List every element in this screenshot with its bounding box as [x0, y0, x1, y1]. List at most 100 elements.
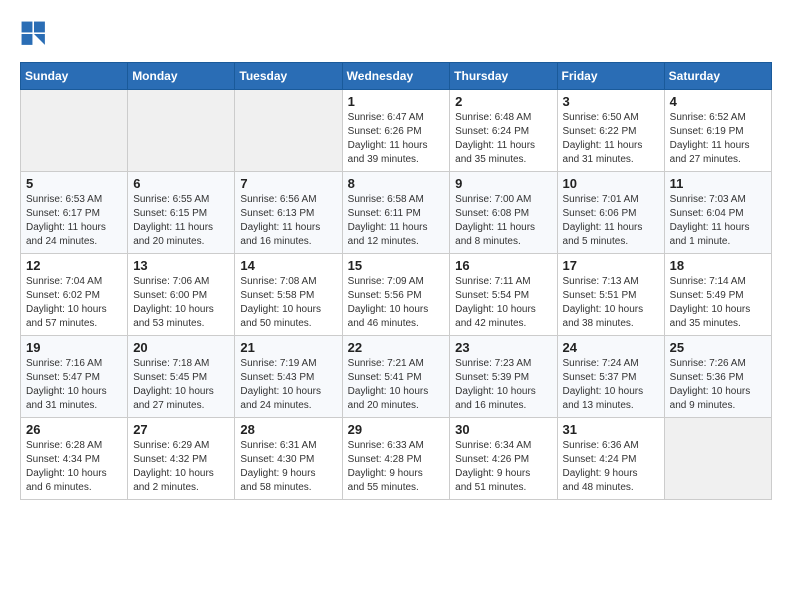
- day-info: Sunrise: 6:48 AM Sunset: 6:24 PM Dayligh…: [455, 111, 551, 167]
- calendar-cell: 9 Sunrise: 7:00 AM Sunset: 6:08 PM Daylig…: [450, 172, 557, 254]
- day-info: Sunrise: 7:21 AM Sunset: 5:41 PM Dayligh…: [348, 357, 445, 413]
- day-number: 18: [670, 258, 766, 273]
- calendar-cell: 11Sunrise: 7:03 AM Sunset: 6:04 PM Dayli…: [664, 172, 771, 254]
- day-info: Sunrise: 7:14 AM Sunset: 5:49 PM Dayligh…: [670, 275, 766, 331]
- day-number: 10: [563, 176, 659, 191]
- page: SundayMondayTuesdayWednesdayThursdayFrid…: [0, 0, 792, 510]
- day-number: 30: [455, 422, 551, 437]
- week-row-3: 12Sunrise: 7:04 AM Sunset: 6:02 PM Dayli…: [21, 254, 772, 336]
- week-row-2: 5 Sunrise: 6:53 AM Sunset: 6:17 PM Daylig…: [21, 172, 772, 254]
- calendar-cell: 12Sunrise: 7:04 AM Sunset: 6:02 PM Dayli…: [21, 254, 128, 336]
- day-info: Sunrise: 6:53 AM Sunset: 6:17 PM Dayligh…: [26, 193, 122, 249]
- day-number: 17: [563, 258, 659, 273]
- day-number: 9: [455, 176, 551, 191]
- day-number: 7: [240, 176, 336, 191]
- day-number: 28: [240, 422, 336, 437]
- header: [20, 20, 772, 48]
- day-info: Sunrise: 6:55 AM Sunset: 6:15 PM Dayligh…: [133, 193, 229, 249]
- calendar-cell: 8 Sunrise: 6:58 AM Sunset: 6:11 PM Daylig…: [342, 172, 450, 254]
- day-number: 24: [563, 340, 659, 355]
- calendar-cell: 23 Sunrise: 7:23 AM Sunset: 5:39 PM Dayli…: [450, 336, 557, 418]
- day-info: Sunrise: 6:50 AM Sunset: 6:22 PM Dayligh…: [563, 111, 659, 167]
- day-number: 1: [348, 94, 445, 109]
- day-number: 19: [26, 340, 122, 355]
- calendar-cell: 14 Sunrise: 7:08 AM Sunset: 5:58 PM Dayli…: [235, 254, 342, 336]
- week-row-4: 19 Sunrise: 7:16 AM Sunset: 5:47 PM Dayli…: [21, 336, 772, 418]
- day-number: 21: [240, 340, 336, 355]
- calendar-cell: 10Sunrise: 7:01 AM Sunset: 6:06 PM Dayli…: [557, 172, 664, 254]
- day-info: Sunrise: 7:08 AM Sunset: 5:58 PM Dayligh…: [240, 275, 336, 331]
- calendar-cell: 7 Sunrise: 6:56 AM Sunset: 6:13 PM Daylig…: [235, 172, 342, 254]
- day-number: 14: [240, 258, 336, 273]
- calendar-cell: 17 Sunrise: 7:13 AM Sunset: 5:51 PM Dayli…: [557, 254, 664, 336]
- calendar-cell: 22 Sunrise: 7:21 AM Sunset: 5:41 PM Dayli…: [342, 336, 450, 418]
- day-info: Sunrise: 6:58 AM Sunset: 6:11 PM Dayligh…: [348, 193, 445, 249]
- day-number: 8: [348, 176, 445, 191]
- day-number: 13: [133, 258, 229, 273]
- day-info: Sunrise: 7:26 AM Sunset: 5:36 PM Dayligh…: [670, 357, 766, 413]
- day-number: 23: [455, 340, 551, 355]
- day-info: Sunrise: 6:34 AM Sunset: 4:26 PM Dayligh…: [455, 439, 551, 495]
- calendar-table: SundayMondayTuesdayWednesdayThursdayFrid…: [20, 62, 772, 500]
- weekday-header-monday: Monday: [128, 63, 235, 90]
- day-number: 12: [26, 258, 122, 273]
- calendar-cell: 18 Sunrise: 7:14 AM Sunset: 5:49 PM Dayli…: [664, 254, 771, 336]
- day-number: 22: [348, 340, 445, 355]
- day-info: Sunrise: 6:31 AM Sunset: 4:30 PM Dayligh…: [240, 439, 336, 495]
- weekday-header-friday: Friday: [557, 63, 664, 90]
- calendar-cell: 27Sunrise: 6:29 AM Sunset: 4:32 PM Dayli…: [128, 418, 235, 500]
- calendar-cell: 24 Sunrise: 7:24 AM Sunset: 5:37 PM Dayli…: [557, 336, 664, 418]
- day-info: Sunrise: 7:06 AM Sunset: 6:00 PM Dayligh…: [133, 275, 229, 331]
- calendar-cell: 13 Sunrise: 7:06 AM Sunset: 6:00 PM Dayli…: [128, 254, 235, 336]
- calendar-cell: [21, 90, 128, 172]
- day-info: Sunrise: 7:16 AM Sunset: 5:47 PM Dayligh…: [26, 357, 122, 413]
- calendar-cell: 26Sunrise: 6:28 AM Sunset: 4:34 PM Dayli…: [21, 418, 128, 500]
- day-info: Sunrise: 7:18 AM Sunset: 5:45 PM Dayligh…: [133, 357, 229, 413]
- week-row-1: 1 Sunrise: 6:47 AM Sunset: 6:26 PM Daylig…: [21, 90, 772, 172]
- day-number: 5: [26, 176, 122, 191]
- day-info: Sunrise: 7:00 AM Sunset: 6:08 PM Dayligh…: [455, 193, 551, 249]
- day-info: Sunrise: 6:47 AM Sunset: 6:26 PM Dayligh…: [348, 111, 445, 167]
- day-number: 27: [133, 422, 229, 437]
- day-number: 26: [26, 422, 122, 437]
- day-info: Sunrise: 7:24 AM Sunset: 5:37 PM Dayligh…: [563, 357, 659, 413]
- calendar-cell: 21 Sunrise: 7:19 AM Sunset: 5:43 PM Dayli…: [235, 336, 342, 418]
- weekday-header-row: SundayMondayTuesdayWednesdayThursdayFrid…: [21, 63, 772, 90]
- weekday-header-sunday: Sunday: [21, 63, 128, 90]
- day-info: Sunrise: 6:33 AM Sunset: 4:28 PM Dayligh…: [348, 439, 445, 495]
- calendar-cell: [664, 418, 771, 500]
- day-info: Sunrise: 7:11 AM Sunset: 5:54 PM Dayligh…: [455, 275, 551, 331]
- calendar-cell: [128, 90, 235, 172]
- day-info: Sunrise: 7:13 AM Sunset: 5:51 PM Dayligh…: [563, 275, 659, 331]
- calendar-cell: 3 Sunrise: 6:50 AM Sunset: 6:22 PM Daylig…: [557, 90, 664, 172]
- weekday-header-tuesday: Tuesday: [235, 63, 342, 90]
- day-number: 11: [670, 176, 766, 191]
- day-info: Sunrise: 7:19 AM Sunset: 5:43 PM Dayligh…: [240, 357, 336, 413]
- day-number: 15: [348, 258, 445, 273]
- weekday-header-saturday: Saturday: [664, 63, 771, 90]
- calendar-cell: [235, 90, 342, 172]
- calendar-cell: 6 Sunrise: 6:55 AM Sunset: 6:15 PM Daylig…: [128, 172, 235, 254]
- calendar-cell: 19 Sunrise: 7:16 AM Sunset: 5:47 PM Dayli…: [21, 336, 128, 418]
- day-number: 3: [563, 94, 659, 109]
- day-info: Sunrise: 6:36 AM Sunset: 4:24 PM Dayligh…: [563, 439, 659, 495]
- calendar-cell: 31 Sunrise: 6:36 AM Sunset: 4:24 PM Dayli…: [557, 418, 664, 500]
- day-info: Sunrise: 7:23 AM Sunset: 5:39 PM Dayligh…: [455, 357, 551, 413]
- calendar-cell: 20Sunrise: 7:18 AM Sunset: 5:45 PM Dayli…: [128, 336, 235, 418]
- calendar-cell: 15Sunrise: 7:09 AM Sunset: 5:56 PM Dayli…: [342, 254, 450, 336]
- calendar-cell: 16Sunrise: 7:11 AM Sunset: 5:54 PM Dayli…: [450, 254, 557, 336]
- calendar-cell: 1 Sunrise: 6:47 AM Sunset: 6:26 PM Daylig…: [342, 90, 450, 172]
- day-number: 31: [563, 422, 659, 437]
- weekday-header-thursday: Thursday: [450, 63, 557, 90]
- calendar-cell: 29Sunrise: 6:33 AM Sunset: 4:28 PM Dayli…: [342, 418, 450, 500]
- day-number: 2: [455, 94, 551, 109]
- calendar-cell: 5 Sunrise: 6:53 AM Sunset: 6:17 PM Daylig…: [21, 172, 128, 254]
- day-info: Sunrise: 6:56 AM Sunset: 6:13 PM Dayligh…: [240, 193, 336, 249]
- day-number: 6: [133, 176, 229, 191]
- day-info: Sunrise: 6:52 AM Sunset: 6:19 PM Dayligh…: [670, 111, 766, 167]
- calendar-cell: 25Sunrise: 7:26 AM Sunset: 5:36 PM Dayli…: [664, 336, 771, 418]
- logo-icon: [20, 20, 48, 48]
- calendar-cell: 2 Sunrise: 6:48 AM Sunset: 6:24 PM Daylig…: [450, 90, 557, 172]
- calendar-cell: 30 Sunrise: 6:34 AM Sunset: 4:26 PM Dayli…: [450, 418, 557, 500]
- calendar-cell: 4Sunrise: 6:52 AM Sunset: 6:19 PM Daylig…: [664, 90, 771, 172]
